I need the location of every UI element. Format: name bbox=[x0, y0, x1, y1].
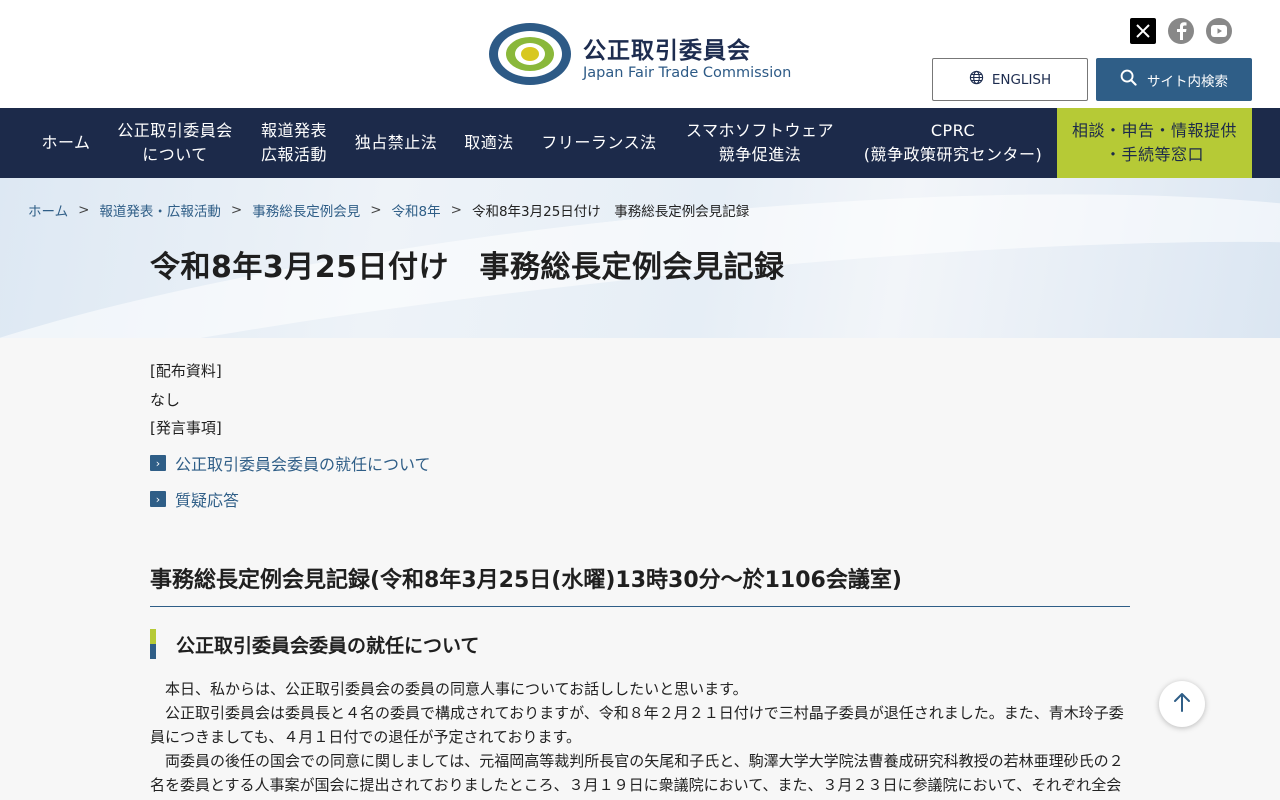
toc-link-label: 公正取引委員会委員の就任について bbox=[175, 455, 431, 474]
body-text: 本日、私からは、公正取引委員会の委員の同意人事についてお話ししたいと思います。 … bbox=[150, 677, 1130, 797]
org-name-en[interactable]: Japan Fair Trade Commission bbox=[583, 65, 791, 81]
youtube-icon[interactable] bbox=[1206, 18, 1232, 44]
nav-torieki[interactable]: 取適法 bbox=[454, 108, 524, 178]
breadcrumb: ホーム > 報道発表・広報活動 > 事務総長定例会見 > 令和8年 > 令和8年… bbox=[28, 200, 749, 220]
breadcrumb-home[interactable]: ホーム bbox=[28, 200, 68, 220]
toc-link-appointment[interactable]: › 公正取引委員会委員の就任について bbox=[150, 451, 431, 475]
site-search-button[interactable]: サイト内検索 bbox=[1096, 58, 1252, 101]
globe-icon bbox=[969, 70, 984, 89]
page-title: 令和8年3月25日付け 事務総長定例会見記録 bbox=[150, 250, 785, 285]
nav-smartphone[interactable]: スマホソフトウェア 競争促進法 bbox=[674, 108, 846, 178]
heading-accent-bar bbox=[150, 629, 156, 659]
nav-antimonopoly[interactable]: 独占禁止法 bbox=[346, 108, 446, 178]
subsection-heading: 公正取引委員会委員の就任について bbox=[150, 628, 479, 660]
facebook-icon[interactable] bbox=[1168, 18, 1194, 44]
breadcrumb-press-conference[interactable]: 事務総長定例会見 bbox=[252, 200, 360, 220]
jftc-logo[interactable] bbox=[488, 22, 574, 86]
english-button[interactable]: ENGLISH bbox=[932, 58, 1088, 101]
breadcrumb-press[interactable]: 報道発表・広報活動 bbox=[99, 200, 221, 220]
nav-home[interactable]: ホーム bbox=[28, 108, 104, 178]
paragraph: 公正取引委員会は委員長と４名の委員で構成されておりますが、令和８年２月２１日付け… bbox=[150, 704, 1124, 746]
x-icon[interactable] bbox=[1130, 18, 1156, 44]
org-name-ja[interactable]: 公正取引委員会 bbox=[583, 31, 751, 65]
subsection-heading-text: 公正取引委員会委員の就任について bbox=[176, 634, 480, 657]
paragraph: 本日、私からは、公正取引委員会の委員の同意人事についてお話ししたいと思います。 bbox=[165, 680, 748, 698]
arrow-up-icon bbox=[1173, 692, 1191, 716]
nav-cprc[interactable]: CPRC (競争政策研究センター) bbox=[854, 108, 1052, 178]
breadcrumb-year[interactable]: 令和8年 bbox=[392, 200, 441, 220]
handout-value: なし bbox=[150, 391, 181, 409]
nav-consultation[interactable]: 相談・申告・情報提供 ・手続等窓口 bbox=[1057, 108, 1252, 178]
toc-link-label: 質疑応答 bbox=[175, 491, 240, 510]
breadcrumb-separator: > bbox=[370, 202, 382, 218]
breadcrumb-separator: > bbox=[230, 202, 243, 218]
nav-press[interactable]: 報道発表 広報活動 bbox=[250, 108, 338, 178]
paragraph: 両委員の後任の国会での同意に関しましては、元福岡高等裁判所長官の矢尾和子氏と、駒… bbox=[150, 752, 1124, 794]
handout-label: [配布資料] bbox=[150, 362, 222, 380]
breadcrumb-separator: > bbox=[450, 202, 462, 218]
global-nav: ホーム 公正取引委員会 について 報道発表 広報活動 独占禁止法 取適法 フリーラン… bbox=[0, 108, 1280, 178]
site-header: 公正取引委員会 Japan Fair Trade Commission ENGL… bbox=[0, 0, 1280, 108]
chevron-right-icon: › bbox=[150, 491, 166, 507]
search-button-label: サイト内検索 bbox=[1147, 73, 1228, 90]
nav-about[interactable]: 公正取引委員会 について bbox=[108, 108, 242, 178]
breadcrumb-separator: > bbox=[78, 202, 90, 218]
remarks-label: [発言事項] bbox=[150, 419, 222, 437]
back-to-top-button[interactable] bbox=[1159, 681, 1205, 727]
chevron-right-icon: › bbox=[150, 455, 166, 471]
toc-link-qa[interactable]: › 質疑応答 bbox=[150, 487, 239, 511]
search-icon bbox=[1120, 69, 1137, 90]
section-heading: 事務総長定例会見記録(令和8年3月25日(水曜)13時30分～於1106会議室) bbox=[150, 562, 1130, 607]
breadcrumb-current: 令和8年3月25日付け 事務総長定例会見記録 bbox=[471, 204, 750, 220]
english-button-label: ENGLISH bbox=[991, 71, 1052, 88]
nav-freelance[interactable]: フリーランス法 bbox=[532, 108, 666, 178]
